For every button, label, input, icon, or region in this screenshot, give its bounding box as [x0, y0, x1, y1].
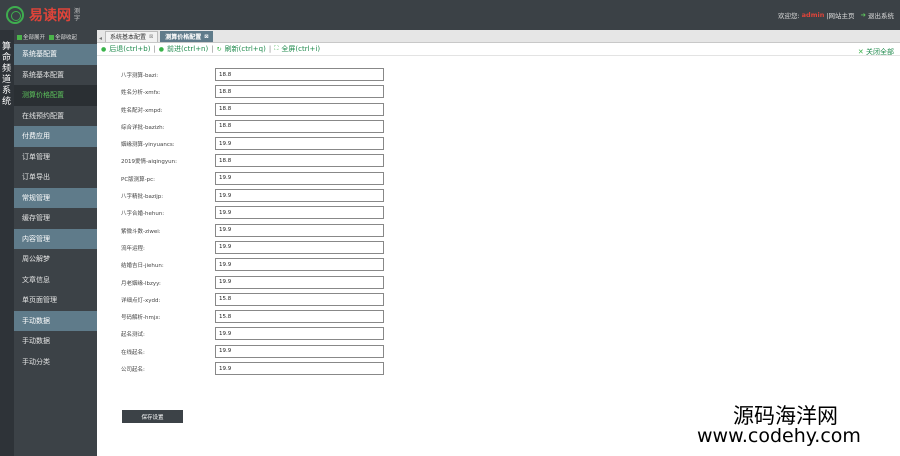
collapse-all-button[interactable]: 全部收起 [49, 33, 77, 41]
fullscreen-button[interactable]: 全屏(ctrl+i) [281, 44, 320, 54]
field-label: 在线起名: [121, 349, 145, 356]
channel-title-strip: 算命频道系统 [0, 30, 14, 456]
field-label: 详细点灯-xydd: [121, 297, 161, 304]
price-input[interactable] [215, 223, 384, 237]
price-input[interactable] [215, 171, 384, 185]
field-label: 起名测试: [121, 332, 145, 339]
sidebar-item[interactable]: 缓存管理 [14, 208, 97, 229]
tab-close-icon[interactable]: ⊠ [204, 32, 208, 43]
logo-circle-icon [6, 6, 24, 24]
sidebar-group-header[interactable]: 内容管理 [14, 228, 97, 249]
price-input[interactable] [215, 258, 384, 272]
site-home-link[interactable]: |网站主页 [826, 10, 854, 20]
collapse-icon [49, 35, 55, 40]
price-input[interactable] [215, 240, 384, 254]
sidebar-group-header[interactable]: 付费应用 [14, 126, 97, 147]
tab-bar: ◂ 系统基本配置 ⊠ 测算价格配置 ⊠ [97, 30, 900, 43]
collapse-all-label: 全部收起 [55, 35, 78, 41]
price-input[interactable] [215, 119, 384, 133]
logo-subtitle: 测字 [74, 8, 81, 22]
close-all-label: 关闭全部 [866, 48, 894, 56]
tab-1[interactable]: 测算价格配置 ⊠ [160, 31, 214, 43]
expand-all-label: 全部展开 [23, 35, 46, 41]
forward-button[interactable]: 前进(ctrl+n) [167, 44, 208, 54]
price-input[interactable] [215, 154, 384, 168]
sidebar-item[interactable]: 周公解梦 [14, 249, 97, 270]
save-settings-button[interactable]: 保存设置 [122, 410, 183, 423]
refresh-button[interactable]: 刷新(ctrl+q) [225, 44, 266, 54]
price-input[interactable] [215, 206, 384, 220]
toolbar-separator: | [268, 45, 272, 53]
top-header-bar: 易读网 测字 欢迎您: admin |网站主页 ➜ 退出系统 [0, 0, 900, 30]
field-label: 八字合婚-hehun: [121, 211, 165, 218]
toolbar-separator: | [211, 45, 214, 53]
price-input[interactable] [215, 102, 384, 116]
logo-name: 易读网 [29, 8, 71, 24]
field-label: 紫微斗数-ziwei: [121, 228, 161, 235]
field-label: 姓名配对-xmpd: [121, 107, 163, 114]
sidebar-toggle-bar: 全部展开 全部收起 [14, 30, 97, 44]
sidebar-item[interactable]: 系统基本配置 [14, 65, 97, 86]
price-input[interactable] [215, 327, 384, 341]
price-input[interactable] [215, 189, 384, 203]
field-label: 八字精批-bazijp: [121, 194, 164, 201]
field-label: PC版测算-pc: [121, 176, 156, 183]
sidebar-item[interactable]: 手动数据 [14, 331, 97, 352]
watermark-url: www.codehy.com [697, 425, 861, 447]
sidebar: 全部展开 全部收起 系统基配置 系统基本配置 测算价格配置 在线预约配置 付费应用 订单管… [14, 30, 97, 456]
sidebar-item[interactable]: 订单管理 [14, 147, 97, 168]
logout-arrow-icon[interactable]: ➜ [861, 11, 866, 19]
refresh-icon: ↻ [216, 45, 222, 53]
price-input[interactable] [215, 310, 384, 324]
sidebar-group-header[interactable]: 系统基配置 [14, 44, 97, 65]
price-input[interactable] [215, 85, 384, 99]
tab-0[interactable]: 系统基本配置 ⊠ [105, 31, 159, 43]
field-label: 号码解析-hmjx: [121, 315, 161, 322]
user-info-bar: 欢迎您: admin |网站主页 ➜ 退出系统 [778, 10, 894, 20]
vertical-channel-title: 算命频道系统 [2, 42, 12, 107]
field-label: 姓名分析-xmfx: [121, 90, 161, 97]
back-button[interactable]: 后退(ctrl+b) [109, 44, 150, 54]
nav-toolbar: ● 后退(ctrl+b) | ● 前进(ctrl+n) | ↻ 刷新(ctrl+… [97, 43, 900, 56]
expand-all-button[interactable]: 全部展开 [17, 33, 45, 41]
sidebar-group-header[interactable]: 常规管理 [14, 187, 97, 208]
field-label: 2019爱情-aiqingyun: [121, 159, 177, 166]
sidebar-group-header[interactable]: 手动数据 [14, 310, 97, 331]
tab-label: 系统基本配置 [110, 33, 147, 41]
field-label: 月老姻缘-lbzyy: [121, 280, 161, 287]
username: admin [801, 11, 825, 19]
sidebar-item[interactable]: 测算价格配置 [14, 85, 97, 106]
welcome-text: 欢迎您: [777, 12, 800, 20]
close-icon: ✕ [857, 48, 864, 56]
field-label: 姻缘测算-yinyuancs: [121, 142, 175, 149]
sidebar-item[interactable]: 单页面管理 [14, 290, 97, 311]
price-input[interactable] [215, 275, 384, 289]
field-label: 公司起名: [121, 367, 145, 374]
main-content: ◂ 系统基本配置 ⊠ 测算价格配置 ⊠ ● 后退(ctrl+b) | ● 前进(ctr… [97, 30, 900, 456]
field-label: 流年运程: [121, 245, 145, 252]
tab-close-icon[interactable]: ⊠ [149, 32, 153, 43]
sidebar-item[interactable]: 订单导出 [14, 167, 97, 188]
field-label: 八字测算-bazi: [121, 73, 159, 79]
back-icon: ● [101, 45, 107, 53]
sidebar-item[interactable]: 文章信息 [14, 270, 97, 291]
sidebar-item[interactable]: 在线预约配置 [14, 106, 97, 127]
toolbar-separator: | [153, 45, 156, 53]
price-input[interactable] [215, 292, 384, 306]
expand-icon [17, 35, 22, 40]
sidebar-menu: 系统基配置 系统基本配置 测算价格配置 在线预约配置 付费应用 订单管理 订单导出 常规管理缓… [14, 44, 97, 372]
sidebar-item[interactable]: 手动分类 [14, 352, 97, 373]
close-all-button[interactable]: ✕ 关闭全部 [858, 47, 894, 57]
price-input[interactable] [215, 137, 384, 151]
price-input[interactable] [215, 68, 384, 81]
logout-link[interactable]: 退出系统 [868, 10, 894, 20]
fullscreen-icon: ⛶ [274, 45, 279, 52]
site-logo[interactable]: 易读网 测字 [6, 5, 82, 25]
field-label: 综合详批-bazizh: [121, 124, 165, 131]
price-input[interactable] [215, 362, 384, 376]
field-label: 结婚吉日-jiehun: [121, 263, 164, 270]
price-input[interactable] [215, 344, 384, 358]
tab-label: 测算价格配置 [165, 33, 202, 41]
forward-icon: ● [158, 45, 165, 53]
